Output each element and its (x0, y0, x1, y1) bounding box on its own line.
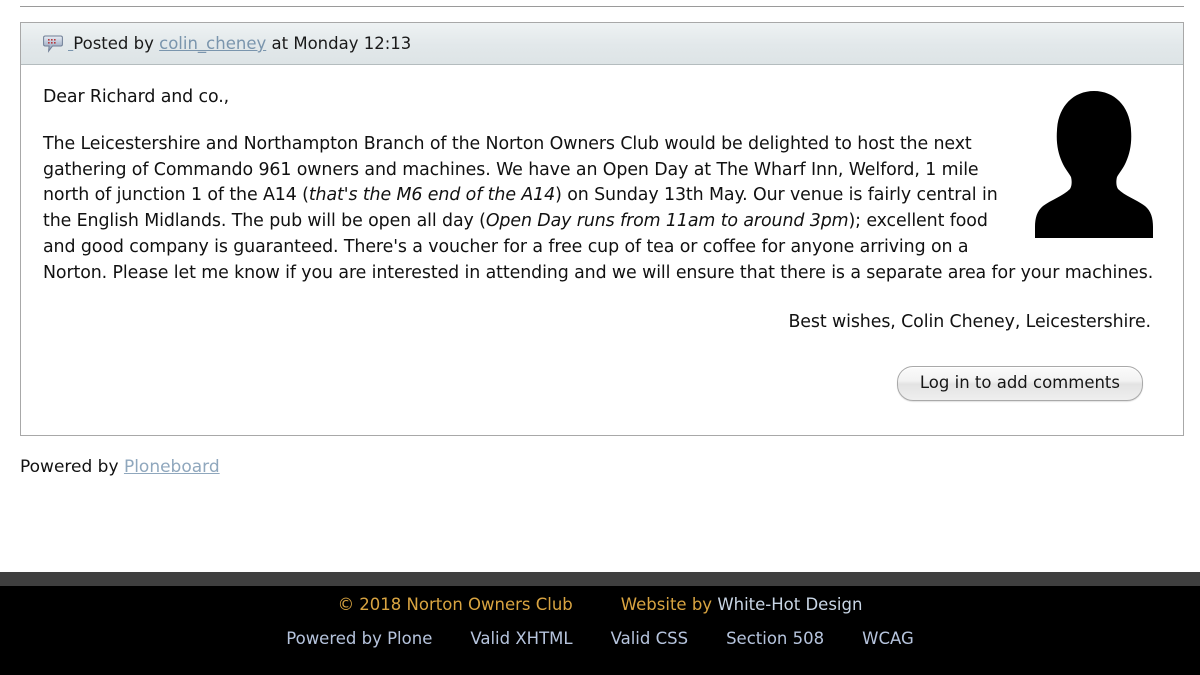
footer-link-section-508[interactable]: Section 508 (726, 629, 824, 648)
posted-by-label: Posted by (73, 34, 154, 53)
footer-link-valid-xhtml[interactable]: Valid XHTML (470, 629, 572, 648)
comment-bubble-icon (43, 35, 63, 53)
powered-by-ploneboard: Powered by Ploneboard (20, 457, 1184, 477)
post-paragraph-body: The Leicestershire and Northampton Branc… (43, 132, 1163, 287)
post-at-label: at (271, 34, 289, 53)
footer-copyright: © 2018 Norton Owners Club (337, 595, 573, 614)
post-timestamp: Monday 12:13 (293, 34, 412, 53)
footer-credits-row: © 2018 Norton Owners Club Website by Whit… (0, 595, 1200, 614)
post-header: Posted by colin_cheney at Monday 12:13 (21, 23, 1183, 65)
footer-design-studio: White-Hot Design (717, 595, 863, 614)
site-footer: © 2018 Norton Owners Club Website by Whit… (0, 586, 1200, 675)
ploneboard-link[interactable]: Ploneboard (124, 457, 220, 477)
footer-links-row: Powered by Plone Valid XHTML Valid CSS Sect… (0, 629, 1200, 648)
login-to-add-comments-button[interactable]: Log in to add comments (896, 366, 1143, 401)
post-signoff: Best wishes, Colin Cheney, Leicestershir… (788, 312, 1151, 333)
post-meta: Posted by colin_cheney at Monday 12:13 (68, 34, 411, 53)
page-content: Posted by colin_cheney at Monday 12:13 D… (20, 22, 1184, 477)
forum-post: Posted by colin_cheney at Monday 12:13 D… (20, 22, 1184, 436)
powered-by-label: Powered by (20, 457, 119, 477)
post-paragraph-greeting: Dear Richard and co., (43, 87, 230, 107)
footer-top-band (0, 572, 1200, 586)
post-actions: Log in to add comments (43, 336, 1163, 401)
footer-link-powered-by-plone[interactable]: Powered by Plone (286, 629, 432, 648)
post-text-italic-1: that's the M6 end of the A14 (308, 185, 556, 206)
post-author-link[interactable]: colin_cheney (159, 34, 266, 53)
post-body: Dear Richard and co., The Leicestershire… (21, 65, 1183, 435)
post-text-italic-2: Open Day runs from 11am to around 3pm (485, 211, 849, 231)
footer-website-by-label: Website by (620, 595, 713, 614)
footer-link-wcag[interactable]: WCAG (862, 629, 914, 648)
footer-link-valid-css[interactable]: Valid CSS (611, 629, 688, 648)
avatar (1033, 87, 1155, 242)
top-divider (20, 6, 1184, 7)
